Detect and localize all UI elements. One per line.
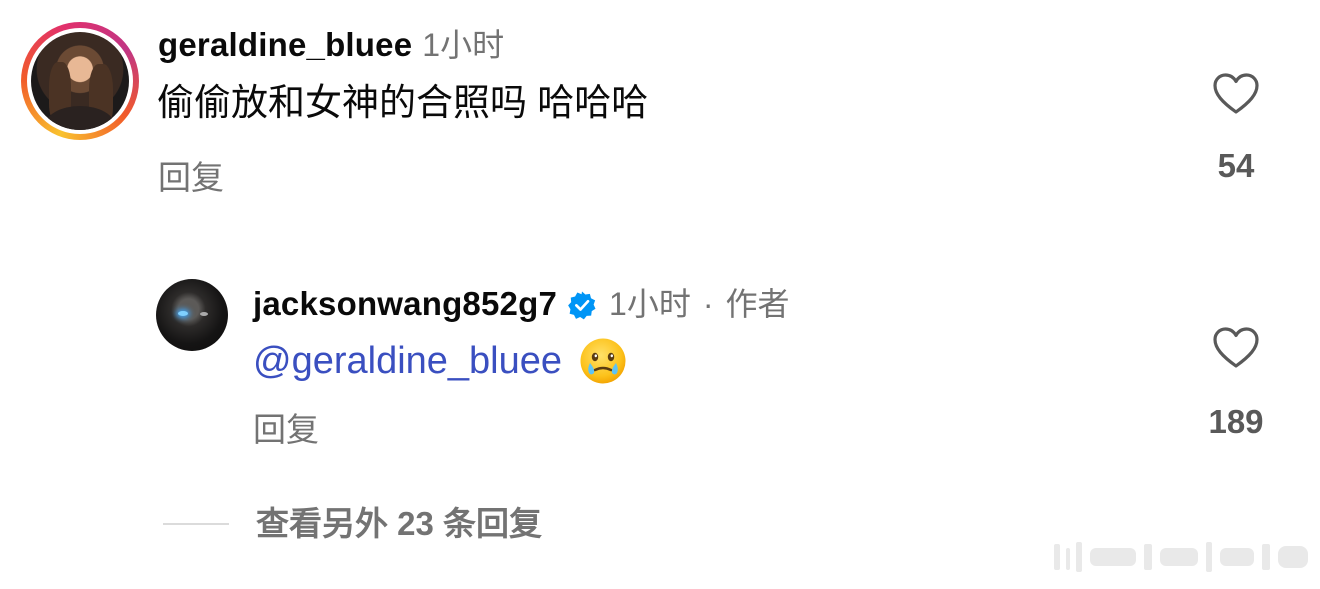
reply-button[interactable]: 回复 — [253, 410, 319, 450]
comment-username[interactable]: geraldine_bluee — [158, 26, 412, 63]
comment-text: 偷偷放和女神的合照吗 哈哈哈 — [157, 82, 649, 123]
like-count: 54 — [1217, 147, 1255, 184]
comment-username[interactable]: jacksonwang852g7 — [253, 283, 557, 325]
heart-outline-icon[interactable] — [1212, 72, 1260, 116]
like-count: 189 — [1208, 403, 1264, 440]
avatar[interactable] — [156, 279, 228, 351]
avatar-detail — [200, 312, 208, 316]
comment-time: 1小时 — [609, 286, 691, 322]
view-replies-divider — [163, 523, 229, 525]
comment-header: jacksonwang852g7 1小时 · 作者 — [253, 283, 790, 325]
reply-button[interactable]: 回复 — [158, 158, 224, 198]
heart-outline-icon[interactable] — [1212, 326, 1260, 370]
author-badge: 作者 — [725, 286, 790, 322]
comment-thread: geraldine_bluee 1小时 偷偷放和女神的合照吗 哈哈哈 回复 54 … — [0, 0, 1320, 589]
comment-text: @geraldine_bluee — [253, 336, 628, 386]
verified-badge-icon — [568, 291, 596, 320]
face-holding-back-tears-icon — [580, 338, 626, 384]
view-more-replies-button[interactable]: 查看另外 23 条回复 — [256, 504, 542, 544]
watermark — [1054, 542, 1308, 572]
comment-header: geraldine_bluee 1小时 — [158, 24, 504, 73]
mention-link[interactable]: @geraldine_bluee — [253, 336, 562, 386]
comment-time: 1小时 — [422, 27, 505, 63]
avatar-detail — [178, 311, 188, 316]
story-ring-avatar[interactable] — [21, 22, 139, 140]
separator-dot: · — [702, 286, 714, 322]
avatar — [31, 32, 129, 130]
